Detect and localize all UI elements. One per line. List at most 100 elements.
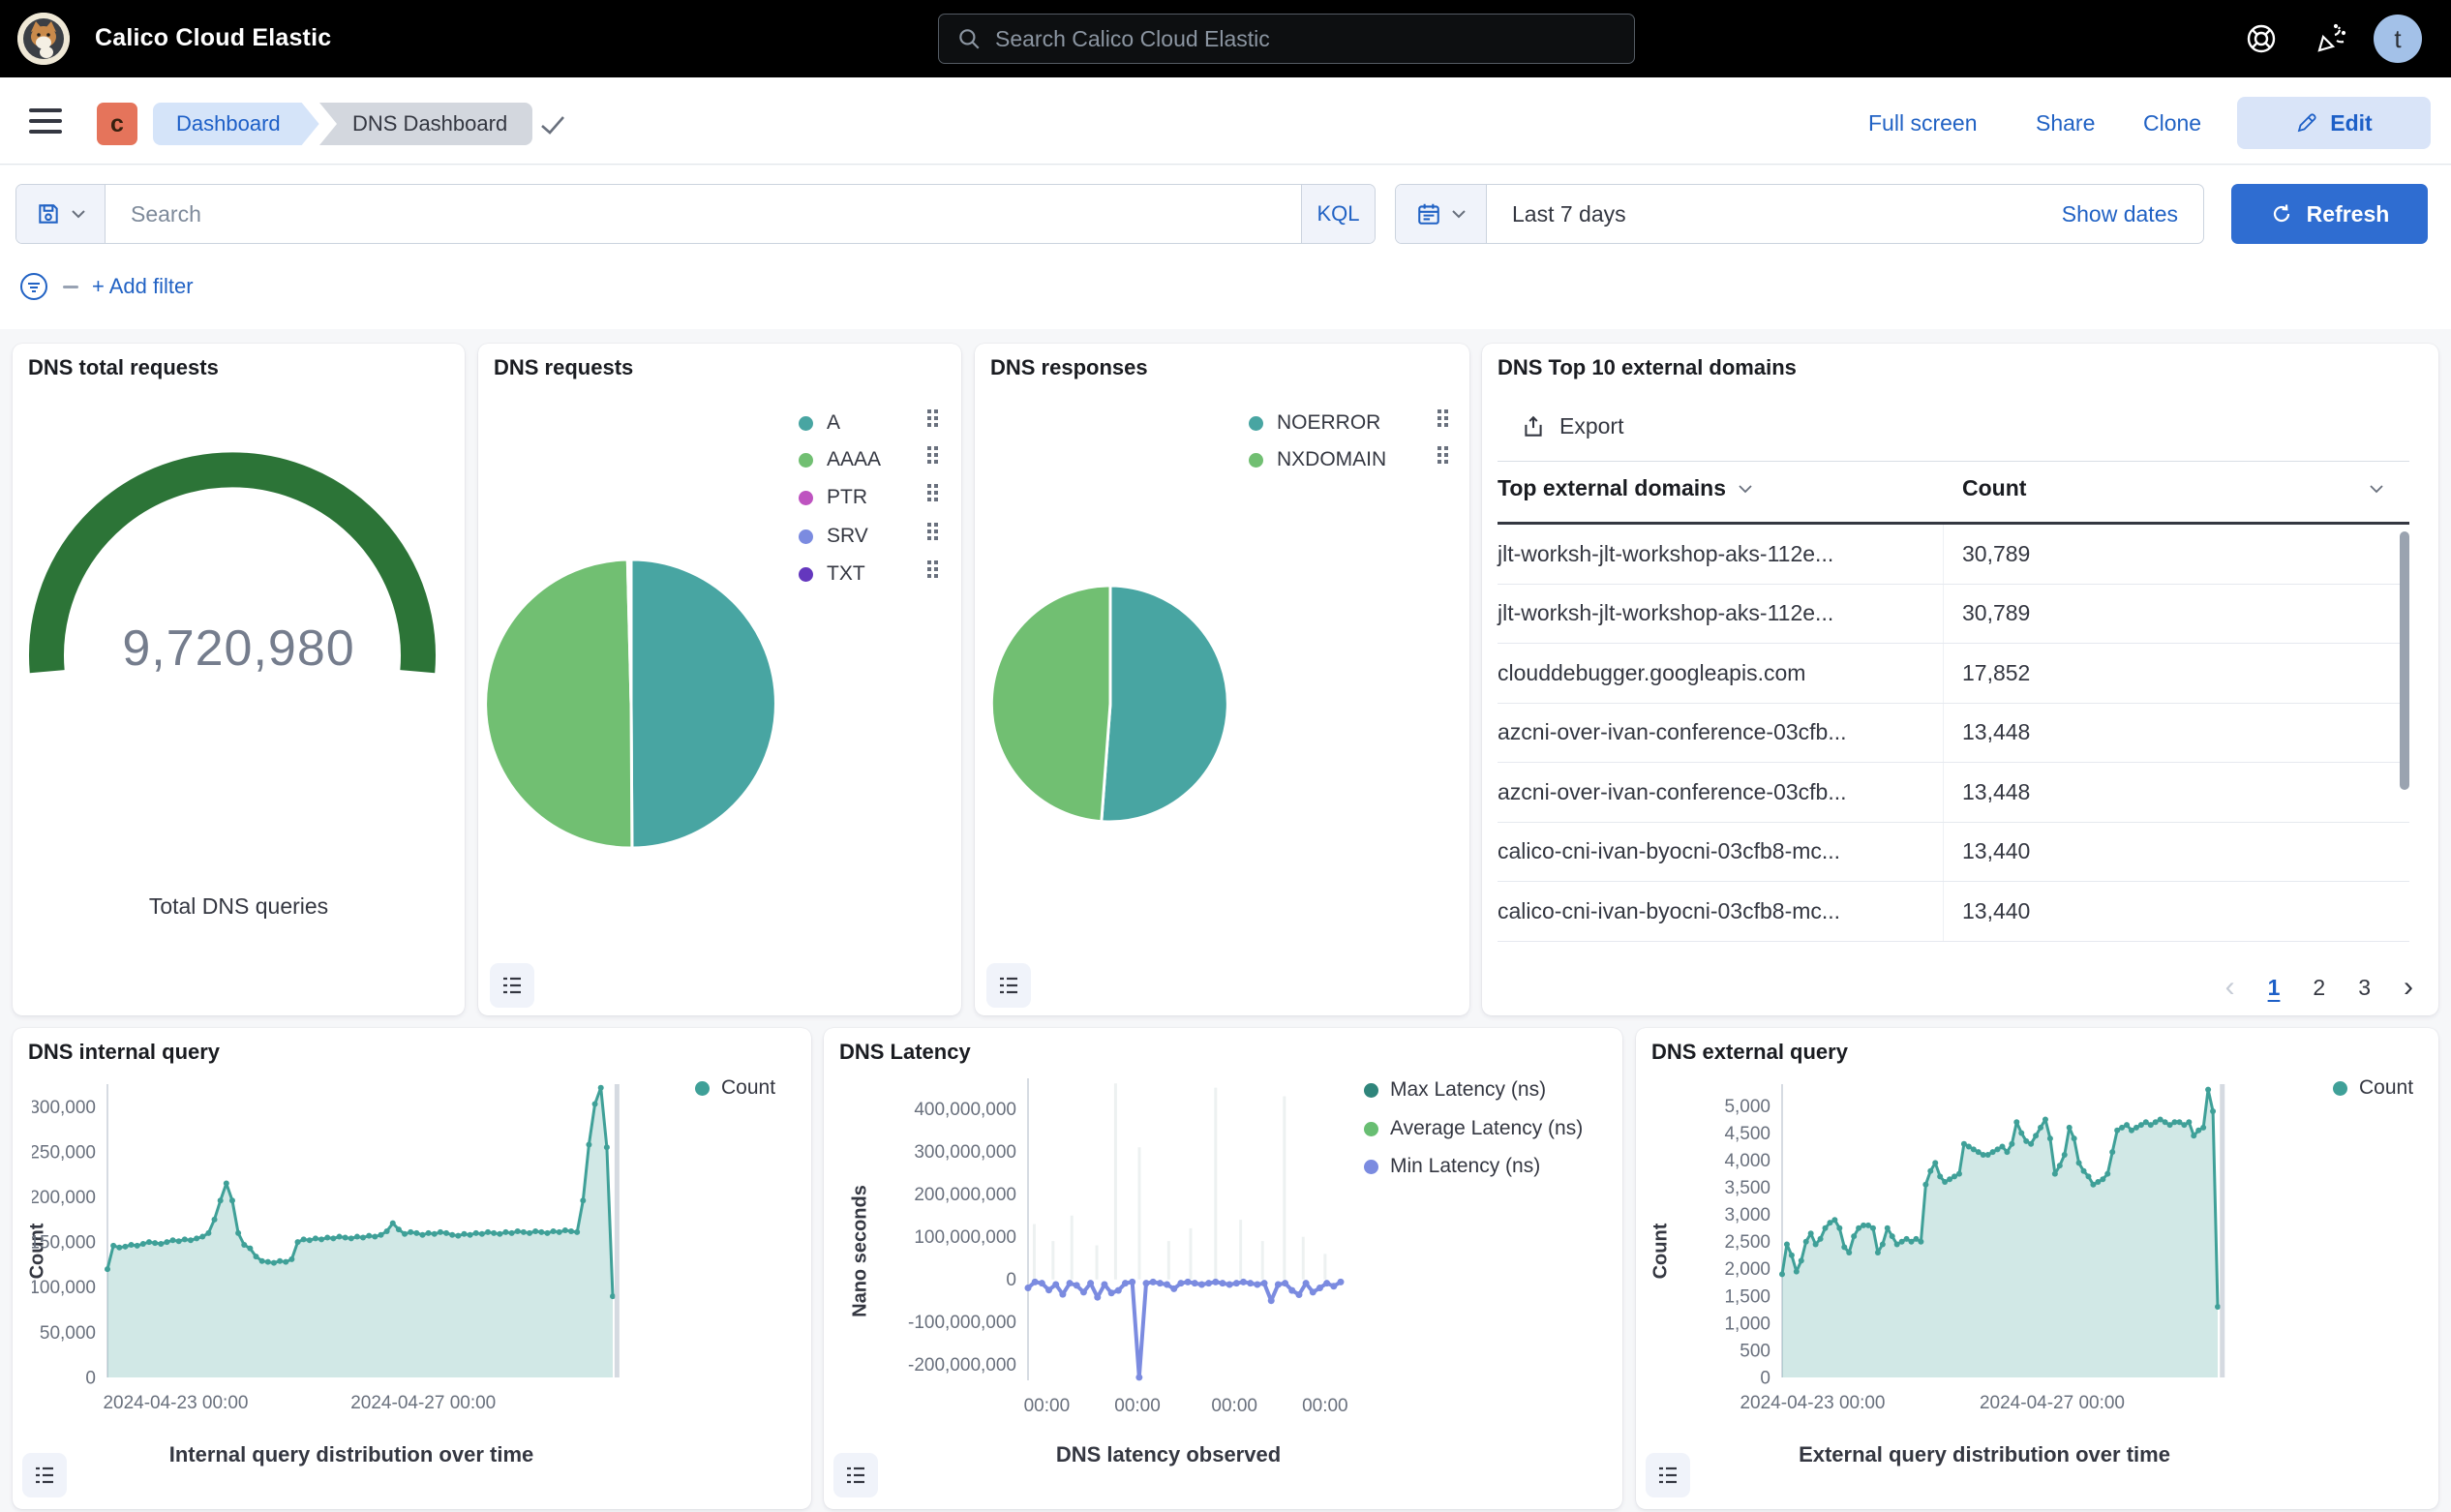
legend-item-noerror[interactable]: NOERROR [1249,411,1380,435]
legend-actions-icon[interactable] [1437,409,1441,413]
panel-title: DNS Top 10 external domains [1498,355,1797,380]
y-axis-title: Nano seconds [850,1145,872,1358]
cell-count: 30,789 [1943,541,2030,567]
user-avatar[interactable]: t [2374,15,2422,63]
filter-icon[interactable] [18,271,49,302]
query-search-input[interactable]: Search [106,185,1301,243]
column-header-domains[interactable]: Top external domains [1498,475,1753,501]
pagination-prev-icon[interactable]: ‹ [2225,973,2235,1002]
space-badge[interactable]: c [97,103,137,145]
breadcrumb-check-icon[interactable] [538,112,567,137]
area-chart-internal-query[interactable]: 050,000100,000150,000200,000250,000300,0… [32,1073,651,1426]
svg-text:4,000: 4,000 [1724,1151,1770,1171]
legend-item-count[interactable]: Count [2333,1076,2413,1100]
breadcrumb-dashboard[interactable]: Dashboard [153,103,319,145]
legend-dot [799,529,813,544]
svg-text:4,500: 4,500 [1724,1124,1770,1144]
top-app-bar: Calico Cloud Elastic Search Calico Cloud… [0,0,2451,77]
legend-dot [1364,1083,1378,1098]
line-chart-dns-latency[interactable]: -200,000,000-100,000,0000100,000,000200,… [878,1073,1362,1426]
table-row: azcni-over-ivan-conference-03cfb... 13,4… [1498,704,2409,764]
legend-item-count[interactable]: Count [695,1076,775,1100]
legend-dot [1364,1122,1378,1136]
legend-toggle-list-icon[interactable] [986,963,1031,1008]
legend-item-aaaa[interactable]: AAAA [799,448,881,471]
legend-item-srv[interactable]: SRV [799,525,868,548]
legend-item-min-latency[interactable]: Min Latency (ns) [1364,1155,1540,1178]
show-dates-link[interactable]: Show dates [2062,185,2203,243]
legend-toggle-list-icon[interactable] [1646,1453,1690,1497]
legend-actions-icon[interactable] [927,409,931,413]
cell-count: 13,440 [1943,898,2030,924]
pagination-next-icon[interactable]: › [2404,973,2413,1002]
saved-query-menu[interactable] [16,185,106,243]
kql-language-button[interactable]: KQL [1301,185,1375,243]
svg-text:2024-04-27 00:00: 2024-04-27 00:00 [350,1393,496,1413]
global-search-input[interactable]: Search Calico Cloud Elastic [938,14,1635,64]
domains-table-body: jlt-worksh-jlt-workshop-aks-112e... 30,7… [1498,525,2409,942]
legend-label: SRV [827,525,868,548]
pie-chart-dns-responses[interactable] [975,344,1469,1015]
legend-actions-icon[interactable] [927,560,931,564]
legend-toggle-list-icon[interactable] [22,1453,67,1497]
refresh-button[interactable]: Refresh [2231,184,2428,244]
legend-item-nxdomain[interactable]: NXDOMAIN [1249,448,1386,471]
help-icon[interactable] [2244,21,2279,56]
svg-text:2024-04-23 00:00: 2024-04-23 00:00 [1740,1393,1885,1413]
pagination-page-3[interactable]: 3 [2358,975,2371,1001]
column-header-count[interactable]: Count [1962,475,2384,501]
add-filter-button[interactable]: + Add filter [92,274,194,299]
legend-item-max-latency[interactable]: Max Latency (ns) [1364,1078,1546,1102]
legend-label: Count [2359,1076,2413,1100]
svg-text:0: 0 [85,1368,96,1388]
news-party-popper-icon[interactable] [2314,21,2348,56]
legend-item-ptr[interactable]: PTR [799,486,867,509]
svg-text:-200,000,000: -200,000,000 [908,1355,1016,1376]
legend-actions-icon[interactable] [1437,446,1441,450]
legend-dot [799,416,813,431]
panel-dns-internal-query: DNS internal query Count 050,000100,0001… [13,1028,811,1509]
legend-toggle-list-icon[interactable] [833,1453,878,1497]
legend-item-a[interactable]: A [799,411,840,435]
svg-text:100,000,000: 100,000,000 [914,1227,1016,1248]
gauge-value: 9,720,980 [13,620,465,678]
pie-chart-dns-requests[interactable] [478,344,961,1015]
legend-actions-icon[interactable] [927,446,931,450]
cell-domain: calico-cni-ivan-byocni-03cfb8-mc... [1498,838,1943,864]
pagination-page-1[interactable]: 1 [2268,975,2281,1001]
filter-dash-icon [63,286,78,288]
clone-link[interactable]: Clone [2143,110,2201,136]
query-section: Search KQL Last 7 days Show dates Refres… [0,166,2451,329]
export-button[interactable]: Export [1521,413,1623,439]
pagination-page-2[interactable]: 2 [2313,975,2325,1001]
breadcrumb-current[interactable]: DNS Dashboard [319,103,532,145]
app-title: Calico Cloud Elastic [95,24,331,52]
chevron-down-icon [1738,484,1753,494]
cell-count: 13,440 [1943,838,2030,864]
cell-domain: azcni-over-ivan-conference-03cfb... [1498,779,1943,805]
search-icon [956,26,982,51]
menu-hamburger-icon[interactable] [29,108,62,134]
panel-dns-responses: DNS responses NOERROR NXDOMAIN [975,344,1469,1015]
full-screen-link[interactable]: Full screen [1868,110,1977,136]
x-axis-title: DNS latency observed [917,1442,1420,1467]
calendar-menu[interactable] [1396,185,1487,243]
calico-logo-icon[interactable] [17,13,70,65]
cell-domain: azcni-over-ivan-conference-03cfb... [1498,719,1943,745]
legend-item-txt[interactable]: TXT [799,562,865,586]
legend-toggle-list-icon[interactable] [490,963,534,1008]
table-scrollbar[interactable] [2400,531,2409,790]
share-link[interactable]: Share [2036,110,2095,136]
svg-text:250,000: 250,000 [32,1142,96,1163]
area-chart-external-query[interactable]: 05001,0001,5002,0002,5003,0003,5004,0004… [1690,1073,2271,1426]
legend-label: NXDOMAIN [1277,448,1386,471]
legend-actions-icon[interactable] [927,484,931,488]
svg-text:00:00: 00:00 [1024,1396,1071,1416]
legend-item-average-latency[interactable]: Average Latency (ns) [1364,1117,1583,1140]
table-row: jlt-worksh-jlt-workshop-aks-112e... 30,7… [1498,585,2409,645]
svg-text:300,000,000: 300,000,000 [914,1142,1016,1163]
edit-button[interactable]: Edit [2237,97,2431,149]
legend-dot [799,491,813,505]
legend-actions-icon[interactable] [927,523,931,527]
time-range-value[interactable]: Last 7 days [1487,185,2062,243]
